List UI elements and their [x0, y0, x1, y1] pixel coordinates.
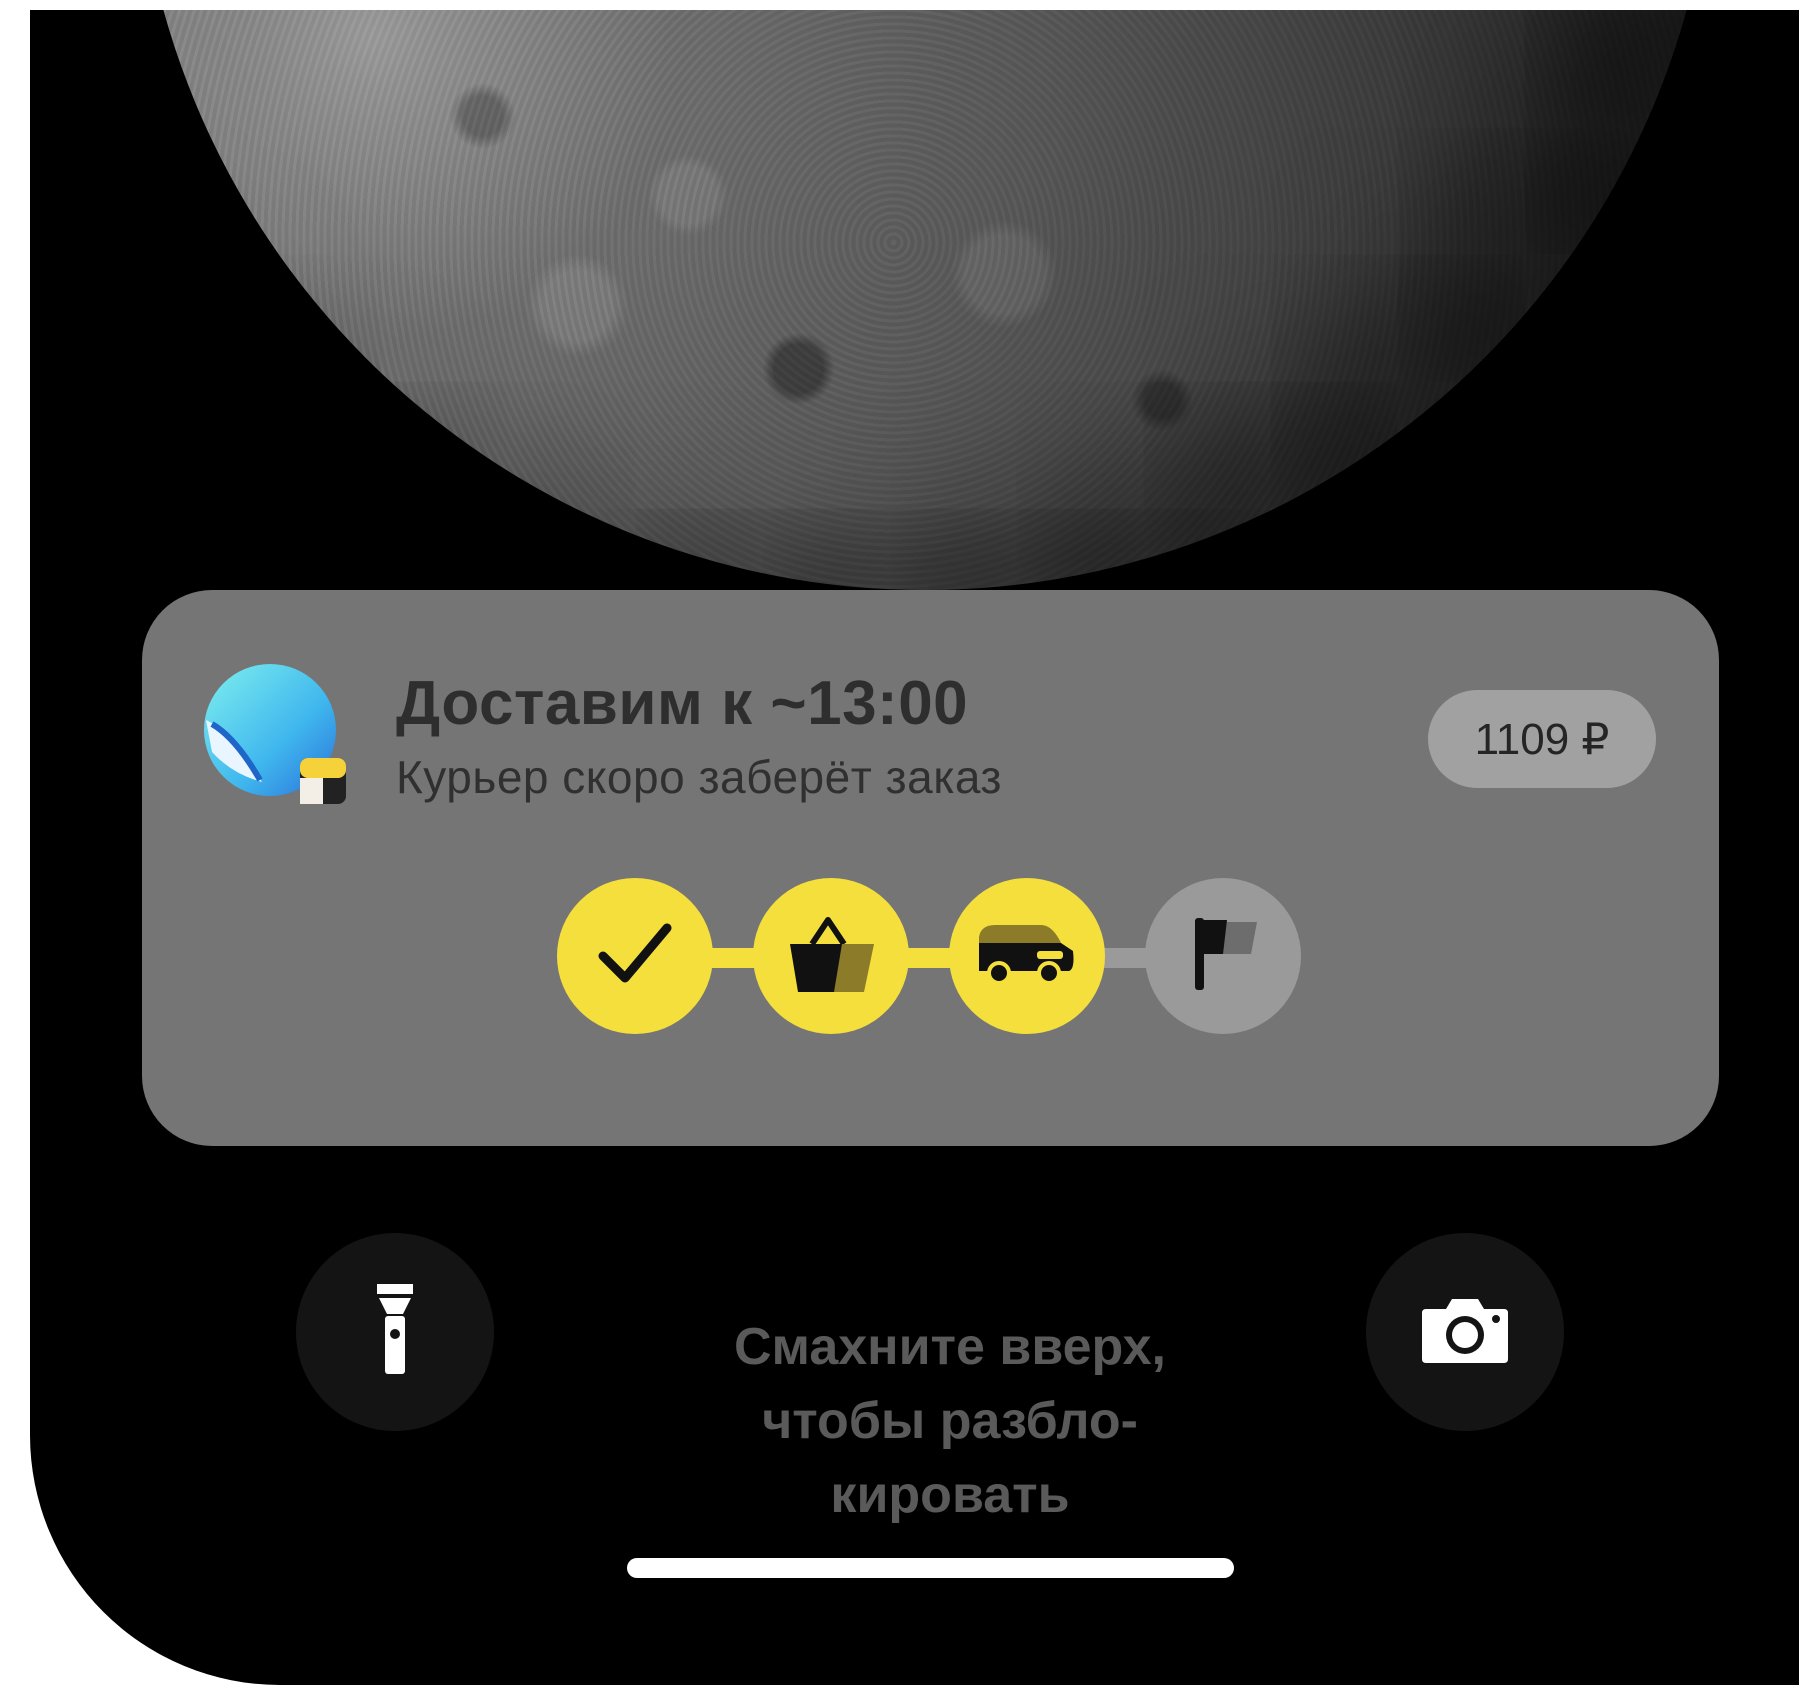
wallpaper-moon [135, 10, 1715, 590]
step-order-confirmed [557, 878, 713, 1034]
hint-line-3: кировать [830, 1466, 1070, 1524]
flashlight-button[interactable] [296, 1233, 494, 1431]
flag-icon [1187, 914, 1259, 999]
notification-title: Доставим к ~13:00 [396, 669, 969, 738]
hint-line-2: чтобы разбло- [762, 1392, 1138, 1450]
notification-subtitle: Курьер скоро заберёт заказ [396, 751, 1003, 803]
step-assembling [753, 878, 909, 1034]
basket-icon [788, 914, 874, 999]
delivery-progress [557, 878, 1307, 1038]
lock-screen: Доставим к ~13:00 Курьер скоро заберёт з… [30, 10, 1799, 1685]
delivery-app-icon [202, 662, 346, 806]
step-in-transit [949, 878, 1105, 1034]
camera-button[interactable] [1366, 1233, 1564, 1431]
price-badge: 1109 ₽ [1428, 690, 1656, 788]
delivery-car-icon [977, 919, 1077, 994]
live-activity-widget[interactable]: Доставим к ~13:00 Курьер скоро заберёт з… [142, 590, 1719, 1146]
flashlight-icon [375, 1282, 415, 1383]
camera-icon [1420, 1295, 1510, 1370]
home-indicator[interactable] [627, 1558, 1234, 1578]
hint-line-1: Смахните вверх, [734, 1318, 1166, 1376]
step-delivered [1145, 878, 1301, 1034]
checkmark-icon [595, 914, 675, 999]
unlock-hint: Смахните вверх, чтобы разбло- кировать [670, 1310, 1230, 1532]
